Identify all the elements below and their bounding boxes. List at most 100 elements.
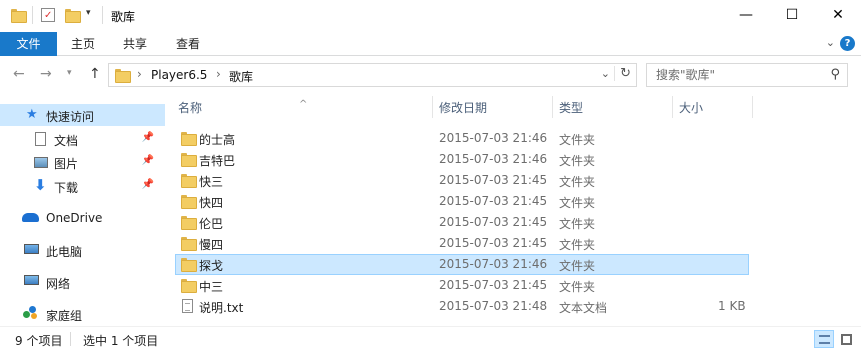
window-folder-icon (11, 9, 27, 23)
table-row[interactable]: 快四 2015-07-03 21:45 文件夹 (175, 191, 749, 212)
column-divider[interactable] (752, 96, 753, 118)
table-row[interactable]: 慢四 2015-07-03 21:45 文件夹 (175, 233, 749, 254)
qa-divider (32, 6, 33, 24)
address-folder-icon (115, 69, 131, 83)
sidebar-item-downloads[interactable]: ⬇ 下载 📌 (0, 175, 165, 197)
sort-ascending-icon: ^ (299, 99, 308, 110)
search-input[interactable] (647, 64, 817, 86)
customize-qa-icon[interactable]: ▾ (86, 8, 91, 18)
large-icons-view-button[interactable] (836, 330, 856, 348)
pin-icon[interactable]: 📌 (142, 179, 154, 190)
address-dropdown-icon[interactable]: ⌄ (601, 67, 610, 80)
tab-share[interactable]: 共享 (109, 32, 161, 56)
column-header-date[interactable]: 修改日期 (427, 94, 552, 122)
file-name: 慢四 (199, 238, 224, 252)
sidebar-item-documents[interactable]: 文档 📌 (0, 128, 165, 150)
breadcrumb-separator[interactable]: › (216, 67, 221, 81)
sidebar-item-label: 家庭组 (46, 309, 83, 323)
file-date: 2015-07-03 21:48 (439, 299, 548, 313)
file-date: 2015-07-03 21:45 (439, 278, 548, 292)
sidebar-item-homegroup[interactable]: 家庭组 (0, 303, 165, 325)
column-header-name[interactable]: 名称 ^ (166, 94, 432, 122)
help-icon[interactable]: ? (840, 36, 855, 51)
sidebar-item-onedrive[interactable]: OneDrive (0, 207, 165, 229)
file-type: 文件夹 (559, 196, 596, 210)
column-header-label: 大小 (679, 101, 704, 115)
address-bar[interactable]: › Player6.5 › 歌库 ⌄ ↻ (108, 63, 637, 87)
pin-icon[interactable]: 📌 (142, 155, 154, 166)
breadcrumb-separator[interactable]: › (137, 67, 142, 81)
file-type: 文件夹 (559, 175, 596, 189)
item-count: 9 个项目 (15, 334, 63, 348)
folder-icon (181, 279, 197, 293)
sidebar-item-label: 下载 (54, 181, 79, 195)
back-arrow-icon[interactable]: ← (13, 66, 25, 82)
file-date: 2015-07-03 21:45 (439, 194, 548, 208)
file-name: 快三 (199, 175, 224, 189)
sidebar-item-quick-access[interactable]: ★ 快速访问 (0, 104, 165, 126)
column-header-label: 名称 (178, 101, 203, 115)
tab-home[interactable]: 主页 (57, 32, 109, 56)
folder-icon (181, 153, 197, 167)
maximize-button[interactable]: ☐ (769, 0, 815, 30)
search-icon[interactable]: ⚲ (830, 67, 840, 82)
file-type: 文件夹 (559, 238, 596, 252)
file-size: 1 KB (718, 299, 746, 313)
up-arrow-icon[interactable]: ↑ (89, 66, 101, 82)
file-type: 文件夹 (559, 280, 596, 294)
table-row[interactable]: 中三 2015-07-03 21:45 文件夹 (175, 275, 749, 296)
sidebar-item-label: OneDrive (46, 211, 103, 225)
sidebar-item-pictures[interactable]: 图片 📌 (0, 151, 165, 173)
column-header-size[interactable]: 大小 (667, 94, 747, 122)
sidebar-item-network[interactable]: 网络 (0, 271, 165, 293)
table-row[interactable]: 说明.txt 2015-07-03 21:48 文本文档 1 KB (175, 296, 749, 317)
sidebar-item-label: 此电脑 (46, 245, 83, 259)
folder-icon (181, 174, 197, 188)
table-row[interactable]: 的士高 2015-07-03 21:46 文件夹 (175, 128, 749, 149)
tab-file[interactable]: 文件 (0, 32, 57, 56)
file-name: 说明.txt (199, 301, 244, 315)
table-row[interactable]: 吉特巴 2015-07-03 21:46 文件夹 (175, 149, 749, 170)
pin-icon[interactable]: 📌 (142, 132, 154, 143)
tab-view[interactable]: 查看 (162, 32, 214, 56)
folder-icon (181, 216, 197, 230)
column-header-type[interactable]: 类型 (547, 94, 667, 122)
table-row[interactable]: 快三 2015-07-03 21:45 文件夹 (175, 170, 749, 191)
chevron-down-icon[interactable]: ⌄ (826, 36, 835, 49)
forward-arrow-icon[interactable]: → (40, 66, 52, 82)
details-view-button[interactable] (814, 330, 834, 348)
file-date: 2015-07-03 21:46 (439, 152, 548, 166)
search-box[interactable]: ⚲ (646, 63, 848, 87)
document-icon (35, 132, 46, 146)
properties-icon[interactable]: ✓ (41, 8, 55, 22)
folder-icon (181, 258, 197, 272)
large-icons-view-icon (841, 334, 852, 345)
navigation-bar: ← → ▾ ↑ › Player6.5 › 歌库 ⌄ ↻ ⚲ (0, 56, 861, 94)
file-date: 2015-07-03 21:45 (439, 173, 548, 187)
column-header-label: 类型 (559, 101, 584, 115)
sidebar-item-this-pc[interactable]: 此电脑 (0, 239, 165, 261)
sidebar-item-label: 网络 (46, 277, 71, 291)
minimize-button[interactable]: — (723, 0, 769, 30)
table-row-selected[interactable]: 探戈 2015-07-03 21:46 文件夹 (175, 254, 749, 275)
breadcrumb-player[interactable]: Player6.5 (151, 68, 207, 82)
status-bar: 9 个项目 选中 1 个项目 (0, 326, 861, 351)
computer-icon (24, 244, 39, 254)
selection-count: 选中 1 个项目 (83, 334, 159, 348)
new-folder-icon[interactable] (65, 9, 81, 23)
refresh-icon[interactable]: ↻ (614, 66, 631, 81)
recent-locations-chevron-icon[interactable]: ▾ (67, 68, 72, 78)
table-row[interactable]: 伦巴 2015-07-03 21:45 文件夹 (175, 212, 749, 233)
file-name: 中三 (199, 280, 224, 294)
window-title: 歌库 (111, 10, 136, 24)
breadcrumb-current[interactable]: 歌库 (229, 68, 253, 85)
file-type: 文件夹 (559, 154, 596, 168)
close-button[interactable]: ✕ (815, 0, 861, 30)
file-date: 2015-07-03 21:46 (439, 257, 548, 271)
folder-icon (181, 195, 197, 209)
details-view-icon (819, 335, 830, 344)
folder-icon (181, 132, 197, 146)
file-date: 2015-07-03 21:45 (439, 236, 548, 250)
download-icon: ⬇ (34, 176, 47, 194)
folder-icon (181, 237, 197, 251)
